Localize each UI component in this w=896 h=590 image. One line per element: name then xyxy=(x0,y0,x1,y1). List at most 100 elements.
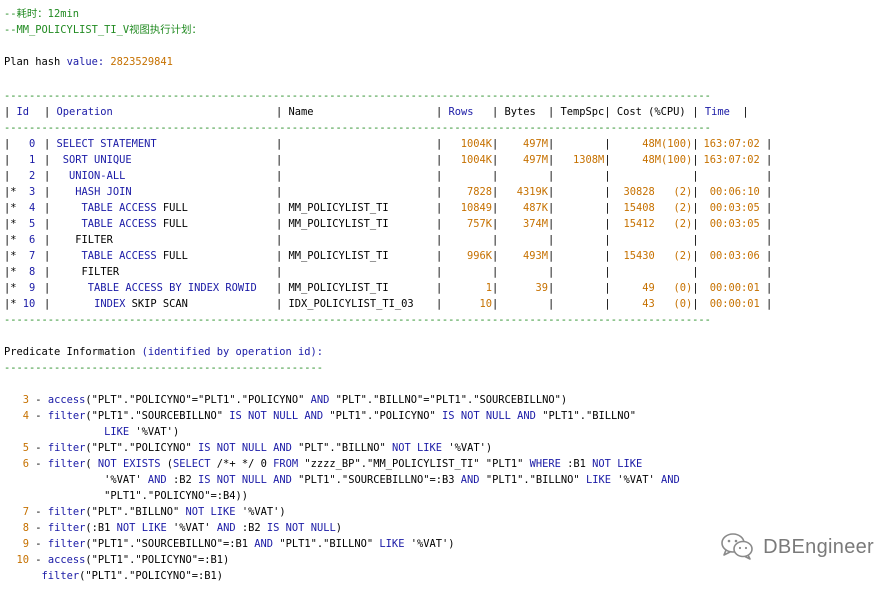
plan-hash-line: Plan hash value: 2823529841 xyxy=(4,54,173,70)
predicate-line: 8 - filter(:B1 NOT LIKE '%VAT' AND :B2 I… xyxy=(22,522,342,534)
plan-row-id: |* 7 xyxy=(4,250,36,262)
plan-row-name: | MM_POLICYLIST_TI xyxy=(276,282,389,294)
predicate-text: filter(:B1 NOT LIKE '%VAT' AND :B2 IS NO… xyxy=(47,522,342,534)
plan-row-cost: | xyxy=(604,170,611,182)
plan-row-bytes: | 487K xyxy=(492,202,548,214)
plan-row-id: |* 10 xyxy=(4,298,36,310)
plan-row-bytes: | 4319K xyxy=(492,186,548,198)
predicate-line: 4 - filter("PLT1"."SOURCEBILLNO" IS NOT … xyxy=(22,410,637,422)
plan-row-cost: | xyxy=(604,234,611,246)
plan-row: |* 4 | TABLE ACCESS FULL | MM_POLICYLIST_T… xyxy=(4,200,772,216)
predicate-line: 5 - filter("PLT"."POLICYNO" IS NOT NULL … xyxy=(22,442,493,454)
plan-row-id: | 2 xyxy=(4,170,36,182)
plan-row-rows: | 10849 xyxy=(436,202,492,214)
predicate-title-plain: Predicate Information xyxy=(4,346,142,358)
plan-row: |* 5 | TABLE ACCESS FULL | MM_POLICYLIST_T… xyxy=(4,216,772,232)
watermark: DBEngineer xyxy=(719,531,874,564)
plan-row-cost: | 30828 (2) xyxy=(604,186,693,198)
plan-row-bytes: | 497M xyxy=(492,154,548,166)
plan-row-tempspc: | 1308M xyxy=(548,154,605,166)
plan-row-operation: | UNION-ALL xyxy=(44,170,126,182)
plan-row-operation: | SELECT STATEMENT xyxy=(44,138,157,150)
predicate-line: "PLT1"."POLICYNO"=:B4)) xyxy=(4,488,248,504)
plan-row: |* 3 | HASH JOIN | | 7828 | 4319K | | 30828 (2) |… xyxy=(4,184,772,200)
predicate-text: filter("PLT1"."SOURCEBILLNO" IS NOT NULL… xyxy=(47,410,637,422)
predicate-title-paren: (identified by operation id): xyxy=(141,346,324,358)
plan-separator: ----------------------------------------… xyxy=(4,122,711,134)
plan-separator-row: ----------------------------------------… xyxy=(4,312,772,328)
plan-row-cost: | 15412 (2) xyxy=(604,218,693,230)
plan-row-cost: | 15430 (2) xyxy=(604,250,693,262)
wechat-icon xyxy=(719,531,755,564)
plan-row-id: |* 9 xyxy=(4,282,36,294)
plan-row-tempspc: | xyxy=(548,218,555,230)
plan-row-name: | MM_POLICYLIST_TI xyxy=(276,250,389,262)
plan-row-operation: | TABLE ACCESS FULL xyxy=(44,202,188,214)
plan-row-rows: | 1004K xyxy=(436,138,492,150)
plan-row-tempspc: | xyxy=(548,250,555,262)
plan-header-row: | Id | Operation | Name | Rows | Bytes | Temp… xyxy=(4,104,772,120)
plan-row: | 1 | SORT UNIQUE | | 1004K | 497M | 1308M | 48M(… xyxy=(4,152,772,168)
plan-row-time: | 00:03:06 | xyxy=(692,250,773,262)
col-bytes-header: | Bytes xyxy=(492,106,536,118)
plan-row-bytes: | 39 xyxy=(492,282,548,294)
plan-row: |* 10 | INDEX SKIP SCAN | IDX_POLICYLIST_T… xyxy=(4,296,772,312)
plan-row: |* 7 | TABLE ACCESS FULL | MM_POLICYLIST_T… xyxy=(4,248,772,264)
plan-row-bytes: | 497M xyxy=(492,138,548,150)
plan-row: |* 9 | TABLE ACCESS BY INDEX ROWID | MM_PO… xyxy=(4,280,772,296)
predicate-line: 9 - filter("PLT1"."SOURCEBILLNO"=:B1 AND… xyxy=(22,538,455,550)
plan-separator-row: ----------------------------------------… xyxy=(4,120,772,136)
comment-time: --耗时：12min xyxy=(4,8,79,20)
plan-row-name: | xyxy=(276,266,289,278)
plan-row-operation: | INDEX SKIP SCAN xyxy=(44,298,188,310)
plan-row-bytes: | xyxy=(492,234,499,246)
plan-row-name: | IDX_POLICYLIST_TI_03 xyxy=(276,298,414,310)
plan-row-rows: | 996K xyxy=(436,250,492,262)
plan-row-operation: | TABLE ACCESS FULL xyxy=(44,218,188,230)
plan-row-bytes: | xyxy=(492,266,499,278)
plan-row-cost: | 49 (0) xyxy=(604,282,693,294)
plan-row-bytes: | xyxy=(492,170,499,182)
predicate-text: filter("PLT1"."POLICYNO"=:B1) xyxy=(41,570,223,582)
plan-row-id: |* 8 xyxy=(4,266,36,278)
plan-separator-row: ----------------------------------------… xyxy=(4,88,772,104)
plan-row-operation: | SORT UNIQUE xyxy=(44,154,132,166)
col-time-header: | Time | xyxy=(692,106,749,118)
plan-row-tempspc: | xyxy=(548,186,555,198)
plan-row-cost: | xyxy=(604,266,611,278)
predicate-text: filter( NOT EXISTS (SELECT /*+ */ 0 FROM… xyxy=(47,458,643,470)
predicate-line: 6 - filter( NOT EXISTS (SELECT /*+ */ 0 … xyxy=(22,458,643,470)
plan-hash-key: value: xyxy=(66,56,105,68)
col-cost-header: | Cost (%CPU) xyxy=(604,106,686,118)
predicate-id: 10 xyxy=(16,554,30,566)
plan-separator: ----------------------------------------… xyxy=(4,314,711,326)
col-id-header: | Id xyxy=(4,106,30,118)
plan-row-id: |* 6 xyxy=(4,234,36,246)
plan-row-name: | xyxy=(276,154,289,166)
plan-row-name: | xyxy=(276,138,289,150)
plan-hash-value: 2823529841 xyxy=(110,56,173,68)
predicate-line: filter("PLT1"."POLICYNO"=:B1) xyxy=(4,568,223,584)
execution-plan-table: ----------------------------------------… xyxy=(4,88,772,328)
plan-row-rows: | 1004K xyxy=(436,154,492,166)
plan-row-operation: | TABLE ACCESS BY INDEX ROWID xyxy=(44,282,257,294)
plan-row-bytes: | xyxy=(492,298,499,310)
plan-row-rows: | xyxy=(436,170,443,182)
plan-row-cost: | 43 (0) xyxy=(604,298,693,310)
predicate-line: '%VAT' AND :B2 IS NOT NULL AND "PLT1"."S… xyxy=(4,472,680,488)
plan-row-cost: | 48M(100) xyxy=(604,154,693,166)
plan-row-rows: | 7828 xyxy=(436,186,492,198)
plan-row-name: | xyxy=(276,170,289,182)
plan-row: | 2 | UNION-ALL | | | | | | | xyxy=(4,168,772,184)
plan-row-cost: | 48M(100) xyxy=(604,138,693,150)
col-operation-header: | Operation xyxy=(44,106,113,118)
plan-row-bytes: | 493M xyxy=(492,250,548,262)
plan-row-cost: | 15408 (2) xyxy=(604,202,693,214)
plan-row-rows: | 757K xyxy=(436,218,492,230)
predicate-text: access("PLT1"."POLICYNO"=:B1) xyxy=(47,554,230,566)
plan-row-name: | MM_POLICYLIST_TI xyxy=(276,202,389,214)
plan-row-rows: | xyxy=(436,266,443,278)
col-tempspc-header: | TempSpc xyxy=(548,106,605,118)
plan-row-tempspc: | xyxy=(548,138,555,150)
plan-row-rows: | xyxy=(436,234,443,246)
